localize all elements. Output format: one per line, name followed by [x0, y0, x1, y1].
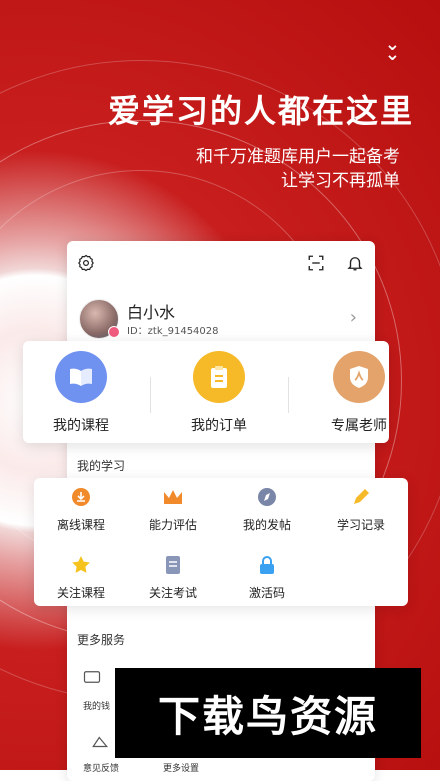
- chevron-right-icon[interactable]: ›: [350, 307, 357, 328]
- activation-code-button[interactable]: 激活码: [222, 554, 312, 601]
- offline-courses-button[interactable]: 离线课程: [36, 486, 126, 533]
- scan-icon[interactable]: [305, 252, 327, 274]
- my-courses-label: 我的课程: [53, 418, 109, 434]
- avatar[interactable]: [79, 299, 120, 339]
- user-name: 白小水: [127, 303, 176, 322]
- pencil-icon: [316, 486, 406, 508]
- download-icon: [36, 486, 126, 508]
- my-orders-button[interactable]: 我的订单: [169, 351, 269, 435]
- offline-courses-label: 离线课程: [56, 518, 105, 532]
- book-icon: [55, 351, 107, 403]
- my-orders-label: 我的订单: [191, 418, 247, 434]
- my-posts-button[interactable]: 我的发帖: [222, 486, 312, 533]
- teacher-shield-icon: [333, 351, 385, 403]
- followed-courses-label: 关注课程: [56, 586, 105, 600]
- watermark-text: 下载鸟资源: [157, 691, 378, 741]
- divider: [288, 377, 289, 413]
- crown-icon: [128, 486, 218, 508]
- lock-icon: [222, 554, 312, 576]
- study-records-label: 学习记录: [336, 518, 385, 532]
- chevron-down-icon[interactable]: ⌄ ⌄: [385, 36, 400, 64]
- clipboard-icon: [193, 351, 245, 403]
- watermark-banner: 下载鸟资源: [115, 668, 421, 758]
- main-actions-panel: 我的课程 我的订单 专属老师: [23, 341, 389, 443]
- hero-headline: 爱学习的人都在这里: [108, 92, 415, 130]
- service-wallet[interactable]: 我的钱: [83, 699, 110, 712]
- bell-icon[interactable]: [344, 252, 366, 274]
- divider: [150, 377, 151, 413]
- personal-teacher-label: 专属老师: [331, 418, 387, 434]
- my-courses-button[interactable]: 我的课程: [31, 351, 131, 435]
- avatar-badge-icon: [108, 326, 120, 338]
- activation-code-label: 激活码: [248, 586, 285, 600]
- service-settings[interactable]: 更多设置: [163, 761, 199, 774]
- followed-exams-label: 关注考试: [148, 586, 197, 600]
- study-section-title: 我的学习: [77, 459, 126, 473]
- user-id: ID：ztk_91454028: [127, 326, 219, 337]
- followed-exams-button[interactable]: 关注考试: [128, 554, 218, 601]
- study-records-button[interactable]: 学习记录: [316, 486, 406, 533]
- followed-courses-button[interactable]: 关注课程: [36, 554, 126, 601]
- gear-icon[interactable]: [75, 252, 97, 274]
- star-icon: [36, 554, 126, 576]
- service-feedback-icon[interactable]: [91, 735, 109, 752]
- my-posts-label: 我的发帖: [242, 518, 291, 532]
- document-icon: [128, 554, 218, 576]
- personal-teacher-button[interactable]: 专属老师: [309, 351, 409, 435]
- ability-assessment-button[interactable]: 能力评估: [128, 486, 218, 533]
- hero-subtitle-1: 和千万准题库用户一起备考: [196, 147, 400, 167]
- hero-subtitle-2: 让学习不再孤单: [281, 171, 400, 191]
- study-panel: 离线课程 能力评估 我的发帖 学习记录 关注课程 关注考试 激活码: [34, 478, 408, 606]
- service-wallet-icon[interactable]: [83, 669, 101, 688]
- compass-icon: [222, 486, 312, 508]
- services-section-title: 更多服务: [77, 633, 126, 647]
- ability-assessment-label: 能力评估: [148, 518, 197, 532]
- service-feedback[interactable]: 意见反馈: [83, 761, 119, 774]
